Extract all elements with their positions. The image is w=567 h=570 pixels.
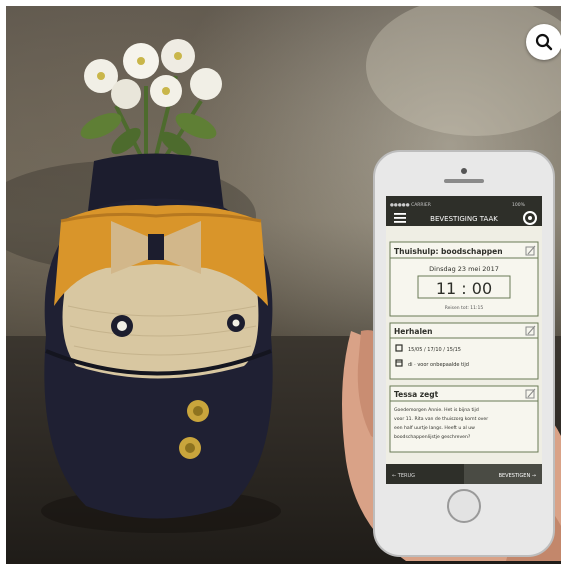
card2-title: Herhalen [394, 327, 432, 336]
card2-line1: 15/05 / 17/10 / 15/15 [408, 347, 461, 353]
card3-body-line3: een half uurtje langs. Heeft u al uw [394, 425, 475, 431]
scene: ●●●●● CARRIER 100% BEVESTIGING TAAK Thui… [6, 6, 561, 561]
status-battery: 100% [512, 202, 526, 208]
card2-line2: di · voor onbepaalde tijd [408, 362, 469, 368]
magnifier-icon [535, 33, 553, 51]
background-glow [366, 6, 561, 136]
card3-body-line2: voor 11. Rita van de thuiszorg komt over [394, 416, 488, 422]
header-title: BEVESTIGING TAAK [430, 215, 498, 223]
status-carrier: ●●●●● CARRIER [390, 202, 431, 208]
flower-bouquet [80, 39, 222, 158]
robot-figure [44, 39, 273, 519]
card1-reminder: Reisen tot: 11:15 [445, 305, 484, 311]
card3-body-line1: Goedemorgen Annie. Het is bijna tijd [394, 407, 479, 413]
footer-back-button[interactable]: ← TERUG [392, 473, 415, 479]
card3-body-line4: boodschappenlijstje geschreven? [394, 434, 471, 440]
phone-home-button [447, 489, 481, 523]
card3-title: Tessa zegt [394, 390, 439, 399]
card1-title: Thuishulp: boodschappen [394, 247, 503, 256]
zoom-button[interactable] [526, 24, 561, 60]
card1-date: Dinsdag 23 mei 2017 [429, 265, 499, 273]
photo-frame: ●●●●● CARRIER 100% BEVESTIGING TAAK Thui… [6, 6, 561, 564]
hamburger-menu-icon[interactable] [394, 213, 406, 223]
footer-confirm-button[interactable]: BEVESTIGEN → [499, 473, 536, 479]
card1-time: 11 : 00 [436, 279, 492, 298]
